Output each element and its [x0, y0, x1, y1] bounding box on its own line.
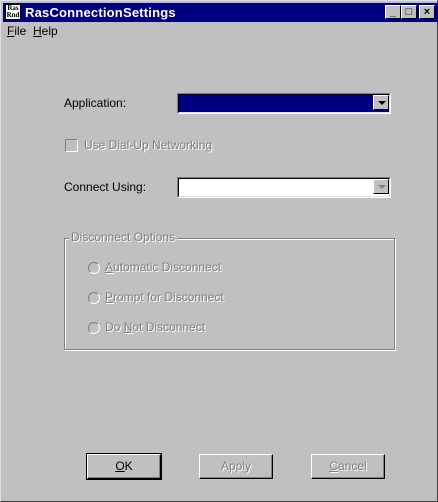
cancel-button[interactable]: Cancel [311, 454, 385, 479]
application-dropdown[interactable] [177, 93, 391, 114]
ok-button[interactable]: OK [86, 453, 162, 480]
apply-button[interactable]: Apply [199, 454, 273, 479]
app-icon[interactable]: Ras Rnd [5, 4, 21, 20]
do-not-disconnect-radio[interactable] [88, 322, 100, 334]
menu-help-accel: H [33, 24, 42, 38]
connect-using-field [178, 178, 390, 197]
application-dropdown-button[interactable] [373, 95, 389, 110]
chevron-down-icon [378, 185, 386, 189]
prompt-disconnect-radio[interactable] [88, 292, 100, 304]
menu-file[interactable]: File [7, 24, 26, 38]
chevron-down-icon [378, 101, 386, 105]
automatic-disconnect-label: Automatic Disconnect [105, 260, 221, 274]
window-title: RasConnectionSettings [25, 5, 176, 20]
menu-help-label: elp [41, 24, 58, 38]
prompt-disconnect-text: rompt for Disconnect [113, 290, 224, 304]
dialup-checkbox[interactable] [65, 139, 78, 152]
minimize-button[interactable]: _ [385, 5, 401, 19]
menu-bar: File Help [3, 22, 437, 40]
do-not-disconnect-prefix: Do [105, 320, 124, 334]
connect-using-dropdown-button[interactable] [373, 179, 389, 194]
title-bar[interactable]: Ras Rnd RasConnectionSettings _ □ × [3, 3, 438, 22]
do-not-disconnect-text: ot Disconnect [132, 320, 206, 334]
dialup-label: Use Dial-Up Networking [84, 138, 213, 152]
cancel-accel: C [329, 459, 338, 473]
application-label: Application: [64, 96, 127, 110]
do-not-disconnect-label: Do Not Disconnect [105, 320, 205, 334]
maximize-button[interactable]: □ [401, 5, 417, 19]
connect-using-dropdown[interactable] [177, 177, 391, 198]
prompt-disconnect-accel: P [105, 290, 114, 304]
main-window: Ras Rnd RasConnectionSettings _ □ × File… [0, 0, 438, 502]
menu-help[interactable]: Help [33, 24, 58, 38]
application-field [178, 94, 390, 113]
automatic-disconnect-text: utomatic Disconnect [113, 260, 222, 274]
automatic-disconnect-accel: A [105, 260, 114, 274]
ok-label: K [124, 459, 133, 473]
ok-accel: O [115, 459, 125, 473]
close-button[interactable]: × [419, 5, 435, 19]
prompt-disconnect-label: Prompt for Disconnect [105, 290, 224, 304]
automatic-disconnect-radio[interactable] [88, 262, 100, 274]
disconnect-options-legend: Disconnect Options [69, 230, 178, 244]
connect-using-label: Connect Using: [64, 180, 147, 194]
menu-file-label: ile [14, 24, 27, 38]
cancel-label: ancel [337, 459, 367, 473]
